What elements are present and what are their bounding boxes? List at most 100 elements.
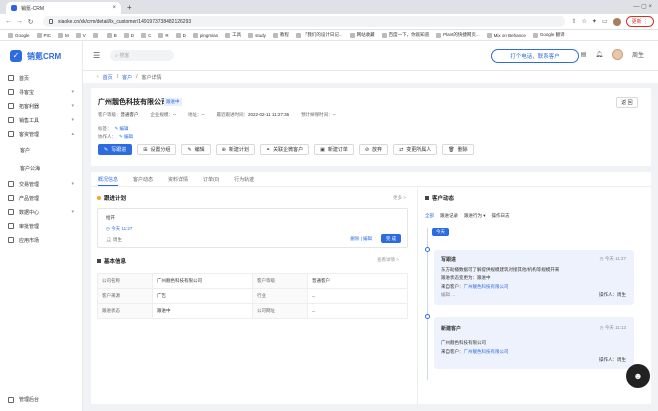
sidebar-item[interactable]: 交易管理 ▾ <box>0 177 82 191</box>
sidebar-item[interactable]: 首页 <box>0 71 82 85</box>
sidebar-subitem[interactable]: 客户公海 <box>0 159 82 177</box>
app-logo[interactable]: ✓ 销氪CRM <box>0 41 82 71</box>
action-button[interactable]: ▣ 新建订单 <box>314 144 354 155</box>
address-bar-row: ← → ↻ xiaoke.cn/xk/crm/detail/lx_custome… <box>0 14 658 30</box>
tab-4[interactable]: 行为轨迹 <box>234 176 254 186</box>
nav-back-icon[interactable]: ‹ <box>97 74 99 80</box>
bookmark-item[interactable]: D <box>175 32 186 38</box>
profile-avatar[interactable] <box>612 17 621 26</box>
plan-more-link[interactable]: 更多 > <box>393 195 406 201</box>
bookmark-item[interactable]: Mix on Behance <box>486 32 526 38</box>
update-button[interactable]: 更新 ⋮ <box>625 16 654 27</box>
card1-extra[interactable]: 编辑 ... <box>441 292 455 298</box>
browser-tab[interactable]: 销氪-CRM × <box>6 2 121 14</box>
plan-edit-links[interactable]: 删除 | 编辑 <box>350 236 372 242</box>
notification-bell-icon[interactable]: 🔔︎ <box>595 51 603 58</box>
bookmark-item[interactable]: PIC <box>36 32 51 38</box>
sidebar-icon[interactable]: ▭ <box>602 18 608 25</box>
bookmark-item[interactable]: Google 翻译 <box>532 32 565 38</box>
bookmark-item[interactable]: 「我们的设计日记... <box>295 32 343 38</box>
sidebar-item[interactable]: 产品管理 <box>0 191 82 205</box>
action-button[interactable]: ⊕ 新建计划 <box>215 144 255 155</box>
bookmark-item[interactable]: 网站收藏 <box>349 32 375 38</box>
url-field[interactable]: xiaoke.cn/xk/crm/detail/lx_customer/1491… <box>43 16 566 27</box>
user-name[interactable]: 周生 <box>632 50 644 59</box>
plan-complete-button[interactable]: 完 成 <box>381 234 401 243</box>
bookmark-item[interactable]: V <box>75 32 86 38</box>
action-button[interactable]: ⊞ 设置分组 <box>137 144 177 155</box>
call-customer-button[interactable]: 打个电话，联系客户 <box>491 49 579 63</box>
sidebar-item[interactable]: 拓客利器 ▾ <box>0 99 82 113</box>
bookmark-item[interactable]: R <box>158 32 169 38</box>
action-button[interactable]: ⚭ 关联企微客户 <box>259 144 310 155</box>
sidebar-item[interactable]: 应用市场 <box>0 233 82 247</box>
menu-icon <box>8 89 14 95</box>
breadcrumb-customer[interactable]: 客户 <box>122 74 132 81</box>
back-icon[interactable]: ← <box>4 18 13 25</box>
bookmark-star-icon[interactable]: ☆ <box>582 18 587 25</box>
action-button[interactable]: 🗑︎ 删除 <box>442 144 474 155</box>
admin-backend-link[interactable]: 管理后台 <box>8 396 39 403</box>
share-icon[interactable]: ⇧ <box>571 18 576 25</box>
dynamics-filter[interactable]: 跟进行为 ▾ <box>464 213 486 219</box>
action-button[interactable]: ⊘ 放弃 <box>358 144 389 155</box>
return-button[interactable]: 返 回 <box>616 97 638 108</box>
tab-1[interactable]: 客户动态 <box>133 176 153 186</box>
customer-detail-panel: 概况信息 客户动态 资料详情 订单(0) 行为轨迹 跟进计划 更多 > 给开 ◷ 今天 … <box>91 172 651 404</box>
sidebar-item[interactable]: 销售工具 ▾ <box>0 113 82 127</box>
search-input[interactable]: ⌕ 搜客 <box>110 50 175 61</box>
sidebar-item[interactable]: 客资管理 ▴ <box>0 127 82 141</box>
action-button[interactable]: ✎ 写跟进 <box>98 144 133 155</box>
sidebar-item[interactable]: 数据中心 ▾ <box>0 205 82 219</box>
sidebar-subitem[interactable]: 客户 <box>0 141 82 159</box>
breadcrumb-sep: / <box>116 74 119 80</box>
new-tab-button[interactable]: + <box>127 3 132 12</box>
window-controls[interactable]: — ▢ × <box>633 3 652 10</box>
tab-3[interactable]: 订单(0) <box>203 176 219 186</box>
bookmark-item[interactable]: D <box>123 32 134 38</box>
url-text: xiaoke.cn/xk/crm/detail/lx_customer/1491… <box>58 18 192 25</box>
bookmark-item[interactable]: Plant的快捷网页... <box>436 32 480 38</box>
dynamics-filter[interactable]: 跟进记录 <box>440 213 458 219</box>
basic-more-link[interactable]: 查看详情 > <box>377 257 399 263</box>
sidebar-item[interactable]: 审批管理 <box>0 219 82 233</box>
bookmark-item[interactable] <box>92 32 100 38</box>
bookmark-label: 教程 <box>279 32 289 37</box>
meta-field: 预计掉保时间：-- <box>301 112 336 118</box>
dynamics-filter[interactable]: 操作日志 <box>492 213 510 219</box>
extension-icon[interactable]: ✦ <box>592 18 597 25</box>
table-row: 客户来源 广告 行业 -- <box>97 288 408 304</box>
menu-toggle-icon[interactable]: ☰ <box>93 51 100 60</box>
bookmark-item[interactable]: 教程 <box>272 32 289 38</box>
bookmark-item[interactable]: study <box>248 32 266 38</box>
forward-icon[interactable]: → <box>15 18 24 25</box>
table-cell: 跟进状态 <box>97 303 153 319</box>
assistant-float-button[interactable]: ☻ <box>626 364 650 388</box>
bookmark-item[interactable]: 工具 <box>225 32 241 38</box>
bookmark-item[interactable]: M <box>58 32 69 38</box>
bookmark-item[interactable]: Google <box>8 32 30 38</box>
helper-edit-link[interactable]: ✎ 编辑 <box>119 134 133 140</box>
bookmark-favicon-icon <box>295 32 301 38</box>
tab-2[interactable]: 资料详情 <box>168 176 188 186</box>
bookmark-label: 「我们的设计日记... <box>302 32 343 37</box>
card1-from-link[interactable]: 广州靓色科技有限公司 <box>464 284 509 289</box>
plan-time-text: 今天 11:27 <box>111 226 133 231</box>
bookmark-item[interactable]: B <box>106 32 117 38</box>
action-icon: ⊕ <box>221 146 226 153</box>
reload-icon[interactable]: ↻ <box>26 18 35 26</box>
breadcrumb-home[interactable]: 首页 <box>103 74 113 81</box>
dynamics-filter[interactable]: 全部 <box>425 213 434 219</box>
tag-edit-link[interactable]: ✎ 编辑 <box>115 126 129 132</box>
bookmark-item[interactable]: C <box>141 32 151 38</box>
user-avatar[interactable] <box>611 49 623 60</box>
card2-from-link[interactable]: 广州靓色科技有限公司 <box>464 349 509 354</box>
close-tab-icon[interactable]: × <box>112 5 116 11</box>
action-button[interactable]: ⇄ 变更所属人 <box>393 144 438 155</box>
tab-0[interactable]: 概况信息 <box>98 176 119 186</box>
bookmark-item[interactable]: 百度一下，你就知道 <box>381 32 429 38</box>
action-button[interactable]: ✎ 编辑 <box>181 144 211 155</box>
sidebar-item[interactable]: 寻客宝 ▾ <box>0 85 82 99</box>
task-icon[interactable]: ▤ <box>581 51 587 58</box>
bookmark-item[interactable]: pingmian <box>192 32 218 38</box>
